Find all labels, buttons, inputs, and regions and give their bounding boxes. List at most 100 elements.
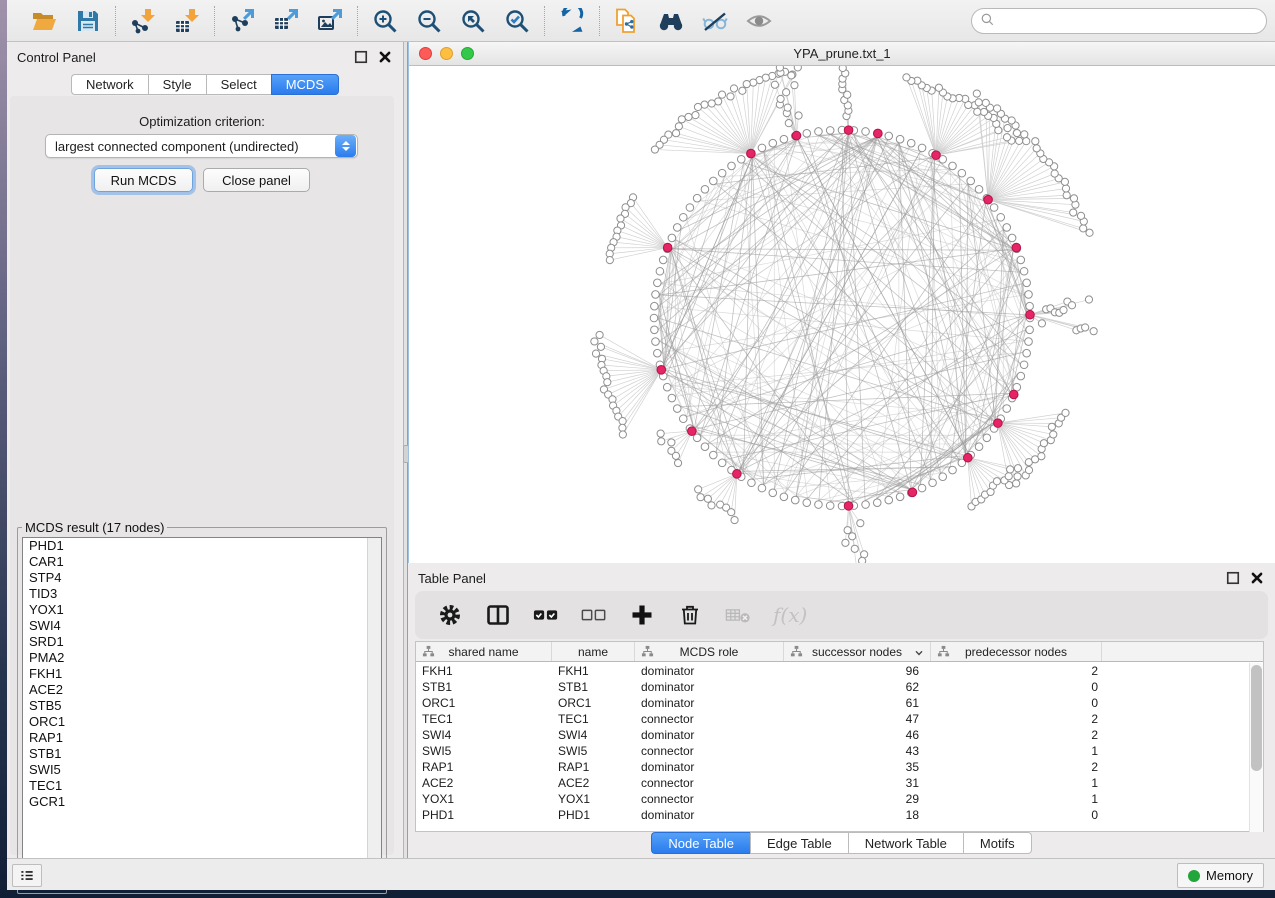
mcds-list-scrollbar[interactable] bbox=[367, 538, 381, 888]
tab-network[interactable]: Network bbox=[71, 74, 148, 95]
cell: connector bbox=[635, 743, 784, 759]
mcds-node-item[interactable]: STB1 bbox=[23, 746, 381, 762]
maximize-window-icon[interactable] bbox=[461, 47, 474, 60]
column-header-predecessor-nodes[interactable]: predecessor nodes bbox=[931, 642, 1102, 661]
mcds-node[interactable] bbox=[984, 195, 993, 204]
show-eye-button[interactable] bbox=[744, 6, 774, 36]
tab-style[interactable]: Style bbox=[148, 74, 206, 95]
mcds-node-item[interactable]: SWI5 bbox=[23, 762, 381, 778]
mcds-node[interactable] bbox=[1026, 310, 1035, 319]
tab-mcds[interactable]: MCDS bbox=[271, 74, 339, 95]
table-row[interactable]: ACE2ACE2connector311 bbox=[416, 775, 1263, 791]
mcds-node[interactable] bbox=[908, 488, 917, 497]
table-row[interactable]: ORC1ORC1dominator610 bbox=[416, 695, 1263, 711]
mcds-node-item[interactable]: SWI4 bbox=[23, 618, 381, 634]
mcds-node[interactable] bbox=[663, 243, 672, 252]
zoom-out-button[interactable] bbox=[414, 6, 444, 36]
mcds-node[interactable] bbox=[1009, 390, 1018, 399]
zoom-in-button[interactable] bbox=[370, 6, 400, 36]
annotation-share-button[interactable] bbox=[612, 6, 642, 36]
mcds-node[interactable] bbox=[733, 470, 742, 479]
mcds-node-item[interactable]: TEC1 bbox=[23, 778, 381, 794]
memory-button[interactable]: Memory bbox=[1177, 863, 1264, 888]
network-window-titlebar[interactable]: YPA_prune.txt_1 bbox=[409, 42, 1275, 66]
network-canvas[interactable] bbox=[409, 66, 1275, 563]
hide-glasses-button[interactable] bbox=[700, 6, 730, 36]
mcds-node-item[interactable]: SRD1 bbox=[23, 634, 381, 650]
table-row[interactable]: FKH1FKH1dominator962 bbox=[416, 663, 1263, 679]
mcds-node-item[interactable]: ORC1 bbox=[23, 714, 381, 730]
mcds-node-item[interactable]: STP4 bbox=[23, 570, 381, 586]
mcds-node[interactable] bbox=[844, 502, 853, 511]
columns-button[interactable] bbox=[485, 603, 511, 627]
column-header-shared-name[interactable]: shared name bbox=[416, 642, 552, 661]
mcds-node-item[interactable]: PMA2 bbox=[23, 650, 381, 666]
column-header-successor-nodes[interactable]: successor nodes bbox=[784, 642, 931, 661]
cell: YOX1 bbox=[416, 791, 552, 807]
mcds-node[interactable] bbox=[932, 151, 941, 160]
tab-motifs[interactable]: Motifs bbox=[963, 832, 1032, 854]
table-row[interactable]: PHD1PHD1dominator180 bbox=[416, 807, 1263, 823]
table-row[interactable]: STB1STB1dominator620 bbox=[416, 679, 1263, 695]
delete-button[interactable] bbox=[677, 603, 703, 627]
binoculars-button[interactable] bbox=[656, 6, 686, 36]
mcds-node-item[interactable]: ACE2 bbox=[23, 682, 381, 698]
zoom-selected-button[interactable] bbox=[502, 6, 532, 36]
tab-edge-table[interactable]: Edge Table bbox=[750, 832, 848, 854]
export-network-button[interactable] bbox=[227, 6, 257, 36]
float-table-panel-button[interactable] bbox=[1225, 570, 1241, 586]
table-row[interactable]: YOX1YOX1connector291 bbox=[416, 791, 1263, 807]
mcds-node[interactable] bbox=[747, 149, 756, 158]
export-table-button[interactable] bbox=[271, 6, 301, 36]
export-image-button[interactable] bbox=[315, 6, 345, 36]
gear-button[interactable] bbox=[437, 603, 463, 627]
refresh-button[interactable] bbox=[557, 6, 587, 36]
import-network-button[interactable] bbox=[128, 6, 158, 36]
mcds-node-item[interactable]: RAP1 bbox=[23, 730, 381, 746]
deselect-all-button[interactable] bbox=[581, 603, 607, 627]
save-button[interactable] bbox=[73, 6, 103, 36]
mcds-node-item[interactable]: TID3 bbox=[23, 586, 381, 602]
open-folder-button[interactable] bbox=[29, 6, 59, 36]
show-panels-list-button[interactable] bbox=[12, 864, 42, 887]
table-scrollbar[interactable] bbox=[1249, 663, 1263, 832]
criterion-dropdown[interactable]: largest connected component (undirected) bbox=[45, 134, 358, 158]
float-panel-button[interactable] bbox=[353, 49, 369, 65]
tab-network-table[interactable]: Network Table bbox=[848, 832, 963, 854]
add-button[interactable] bbox=[629, 603, 655, 627]
column-header-name[interactable]: name bbox=[552, 642, 635, 661]
select-all-button[interactable] bbox=[533, 603, 559, 627]
table-row[interactable]: SWI4SWI4dominator462 bbox=[416, 727, 1263, 743]
mcds-node[interactable] bbox=[963, 453, 972, 462]
mcds-node[interactable] bbox=[994, 419, 1003, 428]
close-panel-button[interactable] bbox=[377, 49, 393, 65]
minimize-window-icon[interactable] bbox=[440, 47, 453, 60]
mcds-node[interactable] bbox=[688, 427, 697, 436]
column-header-MCDS-role[interactable]: MCDS role bbox=[635, 642, 784, 661]
mcds-node[interactable] bbox=[844, 126, 853, 135]
mcds-node[interactable] bbox=[792, 131, 801, 140]
zoom-fit-button[interactable] bbox=[458, 6, 488, 36]
close-panel-button-mcds[interactable]: Close panel bbox=[203, 168, 310, 192]
table-row[interactable]: RAP1RAP1dominator352 bbox=[416, 759, 1263, 775]
tab-node-table[interactable]: Node Table bbox=[651, 832, 750, 854]
close-table-panel-button[interactable] bbox=[1249, 570, 1265, 586]
mcds-result-list[interactable]: PHD1CAR1STP4TID3YOX1SWI4SRD1PMA2FKH1ACE2… bbox=[22, 537, 382, 889]
import-table-button[interactable] bbox=[172, 6, 202, 36]
mcds-node-item[interactable]: CAR1 bbox=[23, 554, 381, 570]
mcds-node-item[interactable]: STB5 bbox=[23, 698, 381, 714]
mcds-node-item[interactable]: YOX1 bbox=[23, 602, 381, 618]
table-row[interactable]: SWI5SWI5connector431 bbox=[416, 743, 1263, 759]
mcds-node[interactable] bbox=[657, 366, 666, 375]
close-window-icon[interactable] bbox=[419, 47, 432, 60]
mcds-node-item[interactable]: PHD1 bbox=[23, 538, 381, 554]
search-input[interactable] bbox=[995, 10, 1266, 32]
mcds-node-item[interactable]: FKH1 bbox=[23, 666, 381, 682]
run-mcds-button[interactable]: Run MCDS bbox=[94, 168, 193, 192]
tab-select[interactable]: Select bbox=[206, 74, 271, 95]
mcds-node[interactable] bbox=[1012, 243, 1021, 252]
mcds-node[interactable] bbox=[874, 129, 883, 138]
table-row[interactable]: TEC1TEC1connector472 bbox=[416, 711, 1263, 727]
table-scrollbar-thumb[interactable] bbox=[1251, 665, 1262, 771]
mcds-node-item[interactable]: GCR1 bbox=[23, 794, 381, 810]
